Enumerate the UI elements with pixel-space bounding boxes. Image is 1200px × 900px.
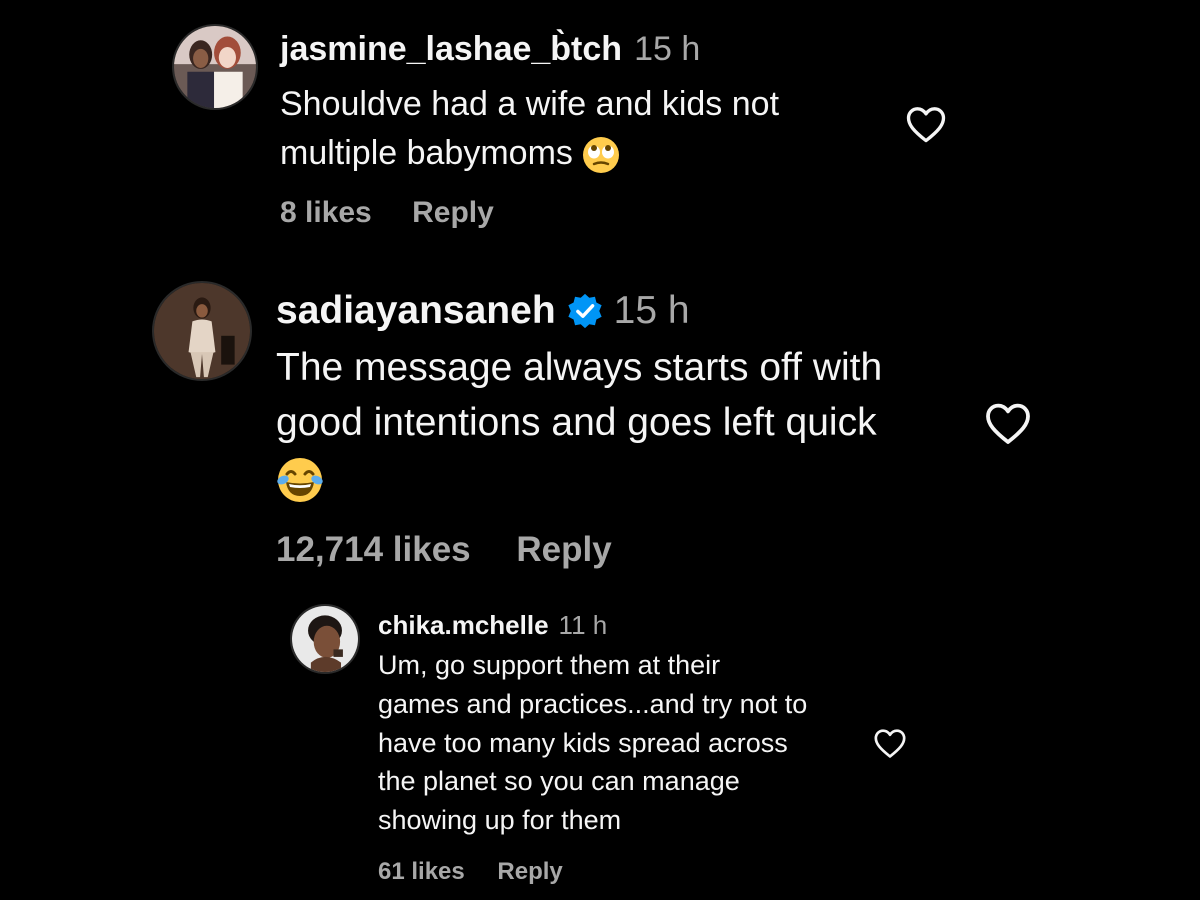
username[interactable]: sadiayansaneh — [276, 289, 556, 333]
like-heart-icon[interactable] — [905, 104, 947, 144]
verified-badge-icon — [566, 292, 604, 330]
username[interactable]: jasmine_lashae_b̀tch — [280, 30, 622, 69]
avatar[interactable] — [290, 604, 360, 674]
comment-text-content: The message always starts off with good … — [276, 346, 883, 444]
reply-button[interactable]: Reply — [412, 196, 494, 230]
username[interactable]: chika.mchelle — [378, 610, 549, 641]
likes-count[interactable]: 12,714 likes — [276, 530, 471, 570]
timestamp[interactable]: 11 h — [559, 610, 608, 641]
avatar-image — [174, 26, 256, 108]
face-with-rolling-eyes-icon — [582, 136, 620, 174]
comment-meta: 61 likes Reply — [378, 858, 563, 886]
face-with-tears-of-joy-icon — [276, 456, 324, 504]
avatar[interactable] — [172, 24, 258, 110]
reply-button[interactable]: Reply — [497, 858, 562, 886]
comment-meta: 12,714 likes Reply — [276, 530, 612, 570]
reply-button[interactable]: Reply — [516, 530, 611, 570]
comment-header: sadiayansaneh 15 h — [276, 289, 690, 333]
comment-header: chika.mchelle 11 h — [378, 610, 607, 641]
comment-text: Um, go support them at their games and p… — [378, 650, 808, 836]
comment-text: Shouldve had a wife and kids not multipl… — [280, 80, 880, 178]
likes-count[interactable]: 61 likes — [378, 858, 465, 886]
avatar[interactable] — [152, 281, 252, 381]
avatar-image — [292, 606, 358, 672]
timestamp[interactable]: 15 h — [614, 289, 690, 333]
comment-text-content: Shouldve had a wife and kids not multipl… — [280, 85, 780, 172]
like-heart-icon[interactable] — [984, 401, 1032, 445]
timestamp[interactable]: 15 h — [634, 30, 700, 69]
like-heart-icon[interactable] — [873, 727, 907, 759]
comment-text: The message always starts off with good … — [276, 340, 976, 505]
likes-count[interactable]: 8 likes — [280, 196, 372, 230]
comment-header: jasmine_lashae_b̀tch 15 h — [280, 30, 700, 69]
avatar-image — [154, 283, 250, 379]
comment-meta: 8 likes Reply — [280, 196, 494, 230]
